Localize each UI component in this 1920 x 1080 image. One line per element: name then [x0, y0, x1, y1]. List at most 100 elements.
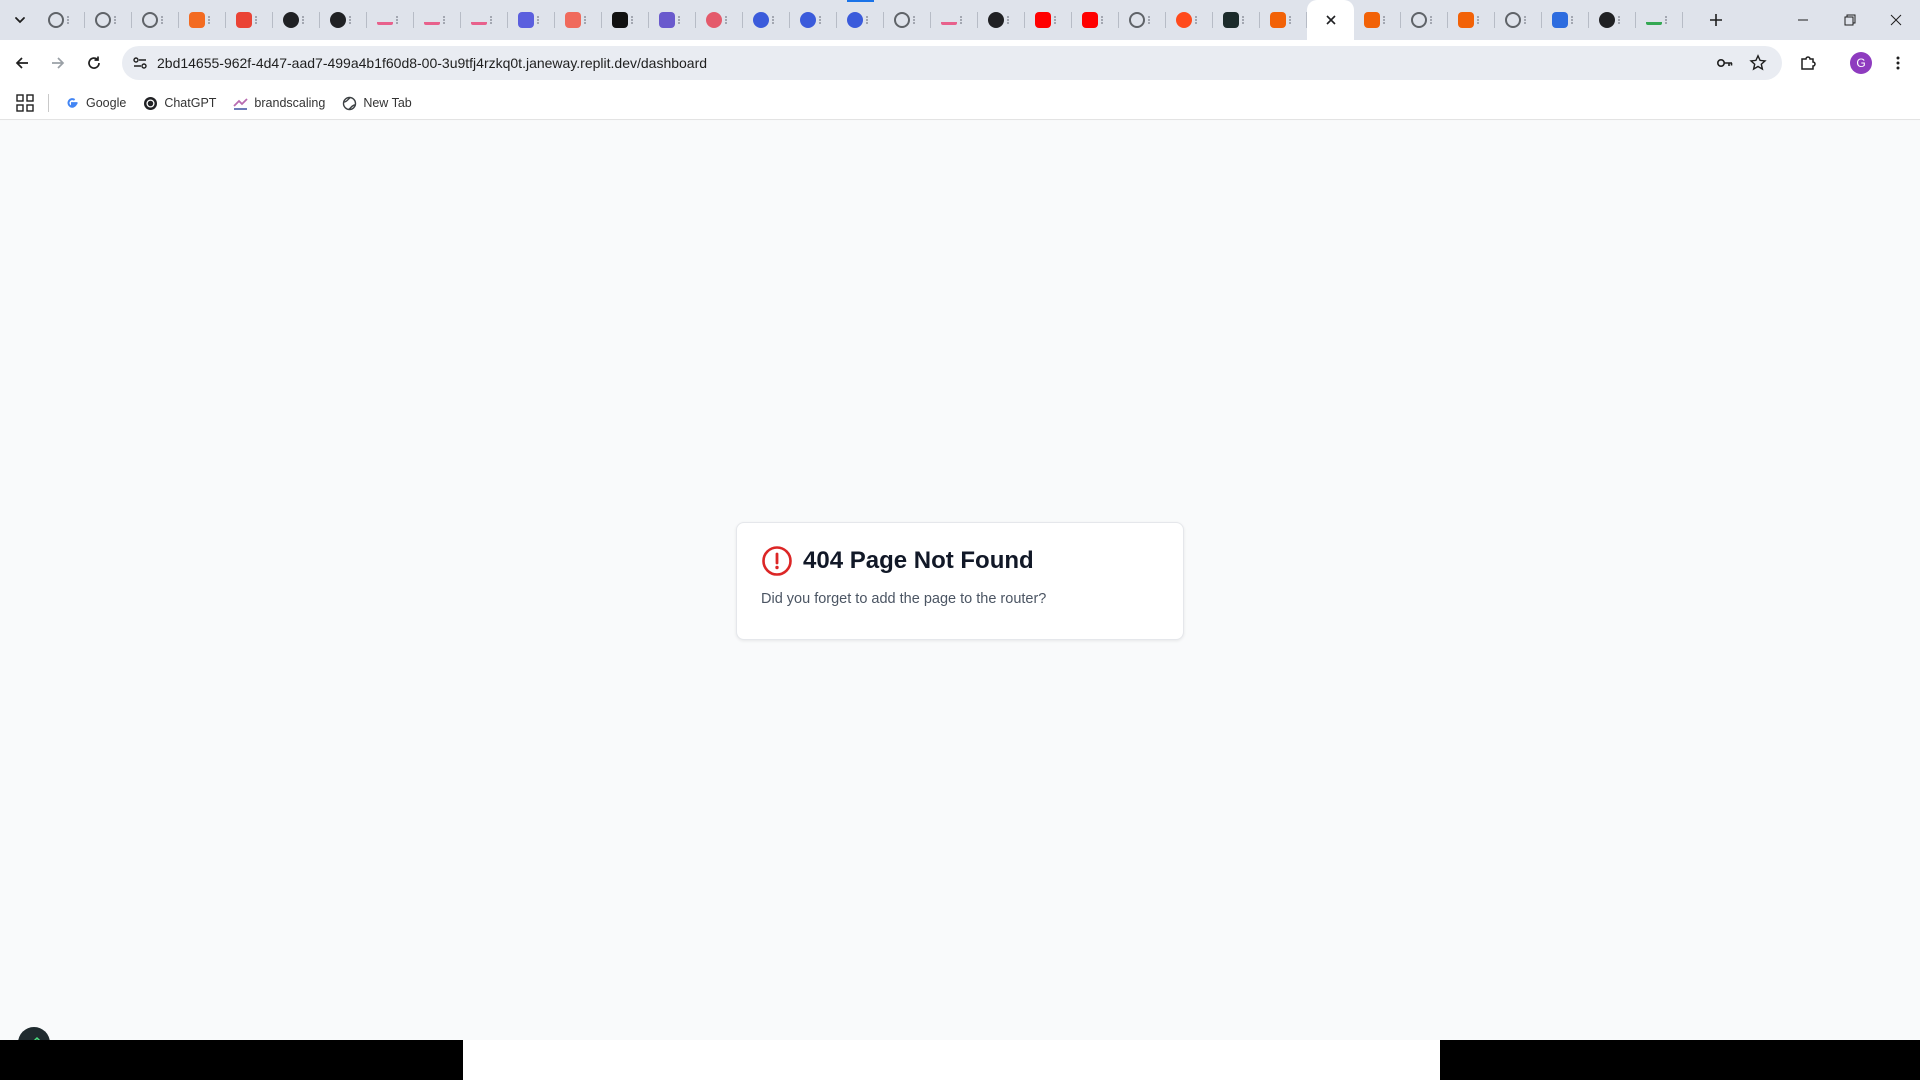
bookmark-brandscaling[interactable]: brandscaling	[232, 95, 325, 111]
globe-icon	[1129, 12, 1145, 28]
bookmark-chatgpt[interactable]: ChatGPT	[142, 95, 216, 111]
profile-avatar[interactable]: G	[1850, 52, 1872, 74]
browser-tab[interactable]	[1213, 0, 1260, 40]
browser-tab[interactable]	[1589, 0, 1636, 40]
close-icon[interactable]	[1325, 14, 1337, 26]
browser-tab[interactable]	[884, 0, 931, 40]
browser-tab[interactable]	[1166, 0, 1213, 40]
browser-tab[interactable]	[1495, 0, 1542, 40]
browser-tab[interactable]	[179, 0, 226, 40]
tab-title-fragment	[161, 16, 165, 24]
tab-title-fragment	[255, 16, 259, 24]
browser-tab[interactable]	[1401, 0, 1448, 40]
tab-title-fragment	[396, 16, 400, 24]
bookmark-new-tab[interactable]: New Tab	[341, 95, 412, 111]
globe-icon	[1411, 12, 1427, 28]
tab-title-fragment	[1665, 16, 1669, 24]
browser-tab[interactable]	[1542, 0, 1589, 40]
bookmark-label: Google	[86, 96, 127, 110]
browser-tab[interactable]	[1448, 0, 1495, 40]
browser-tab[interactable]	[226, 0, 273, 40]
back-button[interactable]	[8, 49, 36, 77]
browser-tab[interactable]	[1025, 0, 1072, 40]
youtube-icon	[1082, 12, 1098, 28]
forward-button[interactable]	[44, 49, 72, 77]
browser-tab[interactable]	[1354, 0, 1401, 40]
page-content: 404 Page Not Found Did you forget to add…	[0, 121, 1920, 1040]
tab-strip	[0, 0, 1920, 40]
reload-button[interactable]	[80, 49, 108, 77]
pulse-icon	[1223, 12, 1239, 28]
tab-title-fragment	[1242, 16, 1246, 24]
browser-tab[interactable]	[414, 0, 461, 40]
browser-tab[interactable]	[1260, 0, 1307, 40]
browser-toolbar: 2bd14655-962f-4d47-aad7-499a4b1f60d8-00-…	[0, 40, 1920, 86]
workflow-icon	[424, 15, 440, 25]
browser-tab[interactable]	[1072, 0, 1119, 40]
page-title: 404 Page Not Found	[803, 547, 1034, 574]
restore-button[interactable]	[1827, 0, 1873, 40]
error-message: Did you forget to add the page to the ro…	[761, 591, 1047, 607]
browser-tab[interactable]	[555, 0, 602, 40]
url-text[interactable]: 2bd14655-962f-4d47-aad7-499a4b1f60d8-00-…	[157, 55, 707, 71]
r-icon	[612, 12, 628, 28]
browser-tab[interactable]	[790, 0, 837, 40]
browser-tab[interactable]	[743, 0, 790, 40]
browser-tab[interactable]	[85, 0, 132, 40]
minimize-icon	[1798, 19, 1808, 21]
browser-tab[interactable]	[508, 0, 555, 40]
browser-tab[interactable]	[1636, 0, 1683, 40]
tab-title-fragment	[725, 16, 729, 24]
browser-tab[interactable]	[320, 0, 367, 40]
tab-title-fragment	[443, 16, 447, 24]
browser-tab[interactable]	[1119, 0, 1166, 40]
browser-tab[interactable]	[931, 0, 978, 40]
tab-title-fragment	[1054, 16, 1058, 24]
browser-tab[interactable]	[602, 0, 649, 40]
bookmark-google[interactable]: Google	[64, 95, 126, 111]
tab-title-fragment	[208, 16, 212, 24]
browser-tab[interactable]	[38, 0, 85, 40]
arrow-right-icon	[52, 57, 65, 69]
browser-tab[interactable]	[461, 0, 508, 40]
password-key-icon[interactable]	[1715, 53, 1735, 73]
tab-title-fragment	[631, 16, 635, 24]
google-icon	[64, 95, 80, 111]
taskbar-strip	[0, 1040, 1920, 1080]
browser-tab[interactable]	[978, 0, 1025, 40]
tab-title-fragment	[1477, 16, 1481, 24]
replit-icon	[1458, 12, 1474, 28]
bookmark-star-icon[interactable]	[1748, 53, 1768, 73]
bookmark-label: ChatGPT	[164, 96, 217, 110]
tab-active[interactable]	[1307, 0, 1354, 40]
plus-icon	[1710, 14, 1722, 26]
tab-title-fragment	[67, 16, 71, 24]
browser-tab[interactable]	[649, 0, 696, 40]
browser-menu-button[interactable]	[1884, 49, 1912, 77]
browser-tab[interactable]	[837, 0, 884, 40]
tab-title-fragment	[913, 16, 917, 24]
close-window-button[interactable]	[1873, 0, 1919, 40]
tab-title-fragment	[772, 16, 776, 24]
apps-grid-icon[interactable]	[16, 94, 34, 112]
tab-title-fragment	[1618, 16, 1622, 24]
address-bar[interactable]: 2bd14655-962f-4d47-aad7-499a4b1f60d8-00-…	[122, 46, 1782, 80]
tab-list	[38, 0, 1683, 40]
browser-tab[interactable]	[696, 0, 743, 40]
tab-search-button[interactable]	[8, 8, 32, 32]
site-info-icon[interactable]	[130, 53, 150, 73]
browser-tab[interactable]	[132, 0, 179, 40]
gear-icon	[48, 12, 64, 28]
tab-title-fragment	[1007, 16, 1011, 24]
bookmark-list: Google ChatGPT brandscaling New Tab	[64, 86, 412, 120]
browser-tab[interactable]	[273, 0, 320, 40]
minimize-button[interactable]	[1780, 0, 1826, 40]
browser-tab[interactable]	[367, 0, 414, 40]
tab-title-fragment	[537, 16, 541, 24]
red-dot-icon	[1176, 12, 1192, 28]
circle-logo-icon	[847, 12, 863, 28]
new-tab-button[interactable]	[1703, 7, 1729, 33]
extensions-button[interactable]	[1794, 49, 1822, 77]
bookmarks-bar: Google ChatGPT brandscaling New Tab	[0, 86, 1920, 120]
google-icon	[1646, 15, 1662, 25]
